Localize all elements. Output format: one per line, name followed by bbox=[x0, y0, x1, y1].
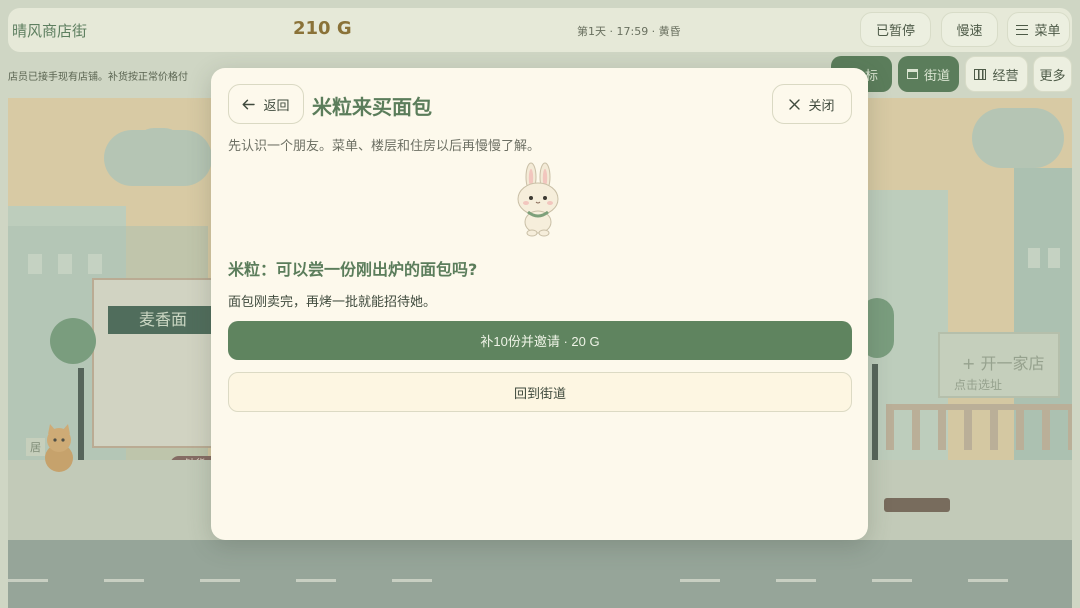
menu-label: 菜单 bbox=[1034, 24, 1061, 39]
street-name: 晴风商店街 bbox=[12, 22, 88, 40]
gold-counter: 210 G bbox=[293, 18, 352, 39]
customer-question: 米粒：可以尝一份刚出炉的面包吗? bbox=[228, 260, 478, 279]
storefront-icon bbox=[906, 69, 918, 79]
dialog-description: 面包刚卖完，再烤一批就能招待她。 bbox=[228, 295, 437, 310]
restock-invite-button[interactable]: 补10份并邀请 · 20 G bbox=[228, 321, 852, 360]
staff-notice: 店员已接手现有店铺。补货按正常价格付 bbox=[8, 72, 188, 83]
arrow-left-icon bbox=[242, 99, 256, 109]
dialog-title: 米粒来买面包 bbox=[312, 95, 432, 119]
close-button[interactable]: 关闭 bbox=[772, 84, 852, 124]
pause-button[interactable]: 已暂停 bbox=[860, 12, 931, 47]
map-icon bbox=[974, 68, 987, 80]
close-label: 关闭 bbox=[808, 98, 835, 114]
customer-event-dialog: 返回 米粒来买面包 关闭 先认识一个朋友。菜单、楼层和住房以后再慢慢了解。 米粒… bbox=[211, 68, 868, 540]
back-button[interactable]: 返回 bbox=[228, 84, 304, 124]
manage-button[interactable]: 经营 bbox=[965, 56, 1028, 92]
street-label: 街道 bbox=[923, 68, 950, 84]
street-button[interactable]: 街道 bbox=[898, 56, 959, 92]
day-clock: 第1天 · 17:59 · 黄昏 bbox=[577, 25, 681, 38]
bunny-character bbox=[517, 162, 559, 237]
hamburger-icon bbox=[1016, 24, 1029, 35]
speed-button[interactable]: 慢速 bbox=[941, 12, 998, 47]
manage-label: 经营 bbox=[992, 68, 1019, 84]
return-street-button[interactable]: 回到街道 bbox=[228, 372, 852, 412]
menu-button[interactable]: 菜单 bbox=[1007, 12, 1070, 47]
more-button[interactable]: 更多 bbox=[1033, 56, 1072, 92]
back-label: 返回 bbox=[263, 98, 290, 114]
close-icon bbox=[789, 98, 801, 110]
dialog-intro: 先认识一个朋友。菜单、楼层和住房以后再慢慢了解。 bbox=[228, 139, 541, 154]
